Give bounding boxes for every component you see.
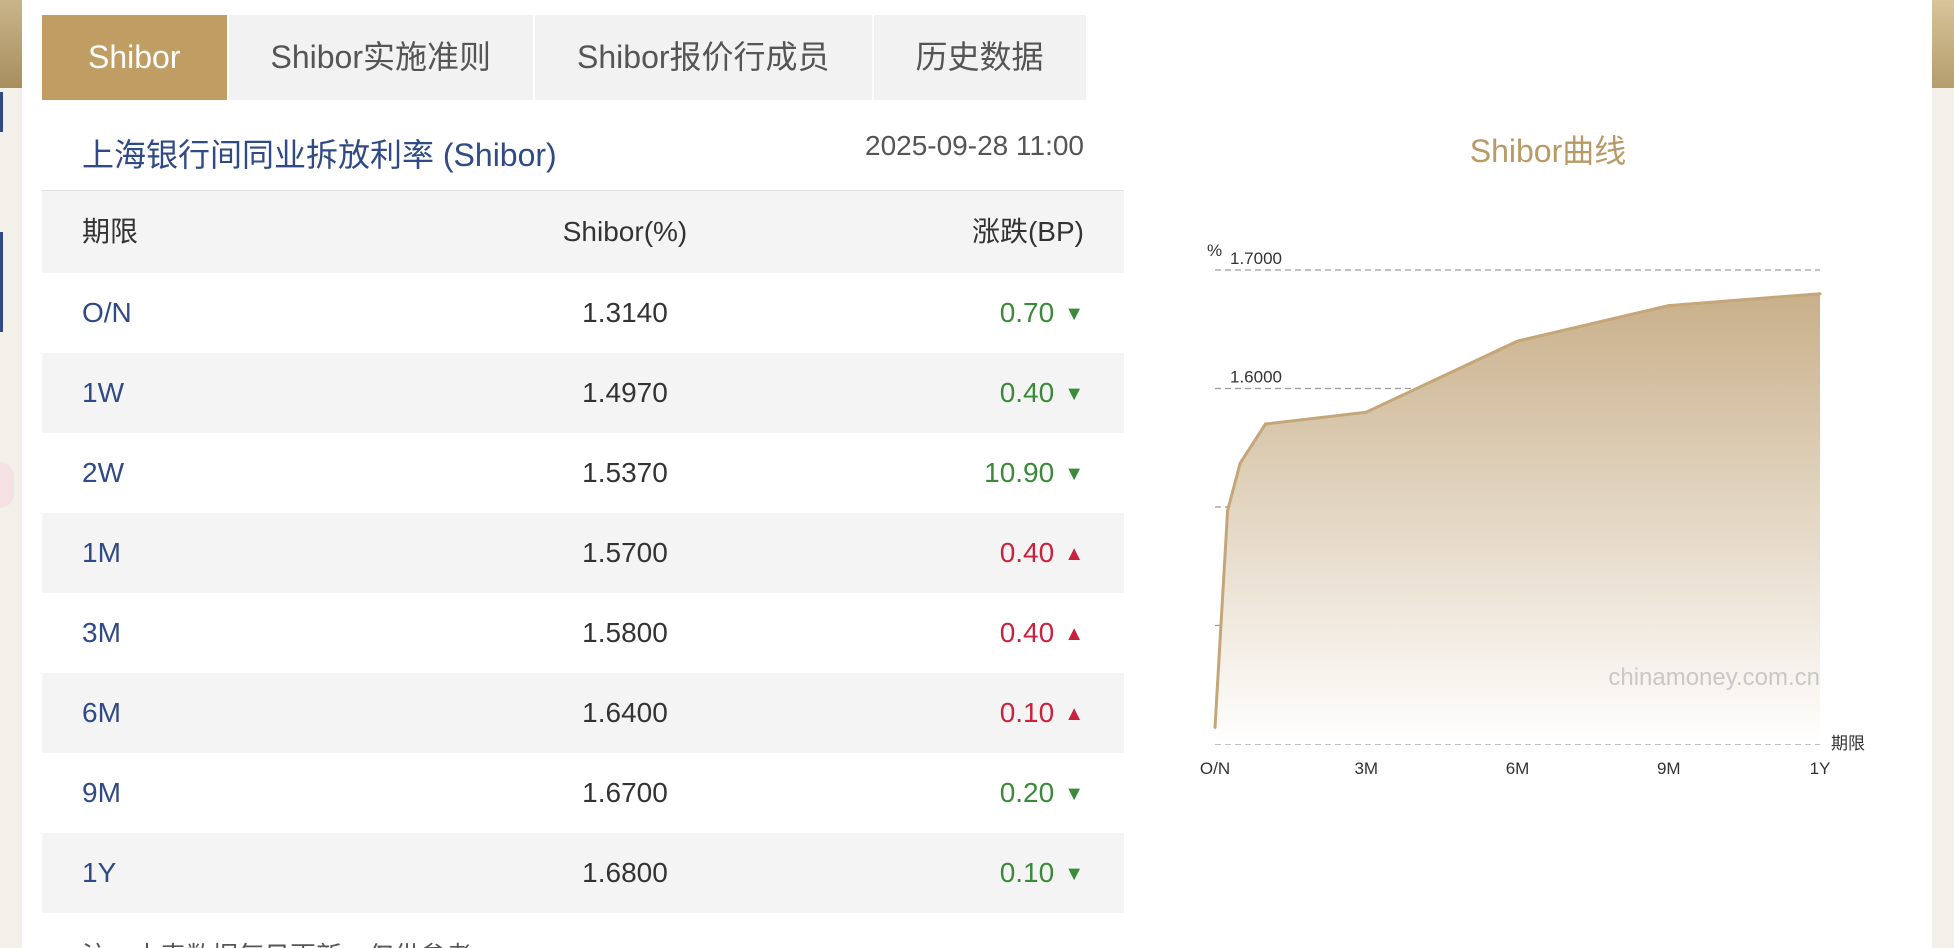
x-tick-label: 9M — [1657, 759, 1681, 778]
data-point — [1667, 304, 1671, 308]
shibor-curve-chart: 1.30001.40001.50001.60001.7000%chinamone… — [1200, 241, 1865, 778]
term-link[interactable]: 1Y — [82, 833, 116, 913]
table-row: 3M 1.5800 0.40 ▲ — [42, 593, 1124, 673]
table-row: 1M 1.5700 0.40 ▲ — [42, 513, 1124, 593]
triangle-down-icon: ▼ — [1064, 463, 1084, 485]
shibor-table: 期限 Shibor(%) 涨跌(BP) O/N 1.3140 0.70 ▼ 1W … — [42, 191, 1124, 913]
table-title: 上海银行间同业拆放利率 (Shibor) — [82, 137, 557, 173]
x-axis-label: 期限 — [1831, 734, 1865, 753]
tab-bar: Shibor Shibor实施准则 Shibor报价行成员 历史数据 — [42, 15, 1088, 100]
update-datetime: 2025-09-28 11:00 — [865, 130, 1084, 161]
table-row: 1Y 1.6800 0.10 ▼ — [42, 833, 1124, 913]
change-value: 0.40 ▲ — [999, 617, 1084, 648]
chart-title: Shibor曲线 — [1469, 133, 1627, 169]
triangle-up-icon: ▲ — [1064, 623, 1084, 645]
rate-value: 1.5800 — [582, 617, 668, 648]
triangle-down-icon: ▼ — [1064, 303, 1084, 325]
triangle-up-icon: ▲ — [1064, 703, 1084, 725]
shibor-table-section: 上海银行间同业拆放利率 (Shibor) 2025-09-28 11:00 期限… — [42, 100, 1124, 913]
tab-shibor-guidelines[interactable]: Shibor实施准则 — [228, 15, 534, 100]
page: Shibor Shibor实施准则 Shibor报价行成员 历史数据 上海银行间… — [0, 0, 1954, 948]
change-value: 0.70 ▼ — [999, 297, 1084, 328]
term-link[interactable]: 6M — [82, 673, 121, 753]
data-point — [1516, 339, 1519, 343]
chart-watermark: chinamoney.com.cn — [1608, 664, 1820, 691]
triangle-down-icon: ▼ — [1064, 383, 1084, 405]
x-tick-label: 3M — [1354, 759, 1378, 778]
table-heading: 上海银行间同业拆放利率 (Shibor) 2025-09-28 11:00 — [42, 100, 1124, 191]
tab-historical-data[interactable]: 历史数据 — [873, 15, 1086, 100]
table-row: 1W 1.4970 0.40 ▼ — [42, 353, 1124, 433]
term-link[interactable]: 1W — [82, 353, 124, 433]
rate-value: 1.6800 — [582, 857, 668, 888]
column-header-term: 期限 — [82, 216, 139, 247]
data-point — [1213, 725, 1217, 729]
column-header-change: 涨跌(BP) — [971, 216, 1084, 247]
change-value: 0.20 ▼ — [999, 777, 1084, 808]
data-point — [1818, 292, 1822, 296]
x-tick-label: 1Y — [1810, 759, 1831, 778]
term-link[interactable]: O/N — [82, 273, 132, 353]
triangle-up-icon: ▲ — [1064, 543, 1084, 565]
x-tick-label: 6M — [1506, 759, 1530, 778]
x-tick-label: O/N — [1200, 759, 1230, 778]
term-link[interactable]: 3M — [82, 593, 121, 673]
background-edge-right — [1932, 0, 1954, 948]
data-point — [1364, 410, 1368, 414]
term-link[interactable]: 2W — [82, 433, 124, 513]
data-point — [1226, 509, 1230, 513]
column-header-rate: Shibor(%) — [562, 216, 688, 247]
term-link[interactable]: 9M — [82, 753, 121, 833]
tab-quoting-banks[interactable]: Shibor报价行成员 — [535, 15, 872, 100]
y-axis-label: % — [1207, 241, 1222, 260]
table-row: 2W 1.5370 10.90 ▼ — [42, 433, 1124, 513]
data-point — [1263, 422, 1267, 426]
rate-value: 1.4970 — [582, 377, 668, 408]
term-link[interactable]: 1M — [82, 513, 121, 593]
shibor-panel: Shibor Shibor实施准则 Shibor报价行成员 历史数据 上海银行间… — [22, 0, 1932, 948]
data-point — [1238, 461, 1242, 465]
background-edge-left — [0, 0, 22, 948]
triangle-down-icon: ▼ — [1064, 863, 1084, 885]
change-value: 0.10 ▼ — [999, 857, 1084, 888]
y-tick-label: 1.6000 — [1230, 368, 1282, 387]
table-footnote: 注：本表数据每日更新，仅供参考。 — [82, 936, 498, 948]
change-value: 10.90 ▼ — [984, 457, 1084, 488]
table-row: 9M 1.6700 0.20 ▼ — [42, 753, 1124, 833]
change-value: 0.10 ▲ — [999, 697, 1084, 728]
triangle-down-icon: ▼ — [1064, 783, 1084, 805]
rate-value: 1.6700 — [582, 777, 668, 808]
table-header-row: 期限 Shibor(%) 涨跌(BP) — [42, 191, 1124, 273]
table-row: 6M 1.6400 0.10 ▲ — [42, 673, 1124, 753]
rate-value: 1.5700 — [582, 537, 668, 568]
table-row: O/N 1.3140 0.70 ▼ — [42, 273, 1124, 353]
y-tick-label: 1.7000 — [1230, 249, 1282, 268]
tab-shibor[interactable]: Shibor — [42, 15, 227, 100]
change-value: 0.40 ▼ — [999, 377, 1084, 408]
rate-value: 1.3140 — [582, 297, 668, 328]
rate-value: 1.6400 — [582, 697, 668, 728]
change-value: 0.40 ▲ — [999, 537, 1084, 568]
rate-value: 1.5370 — [582, 457, 668, 488]
